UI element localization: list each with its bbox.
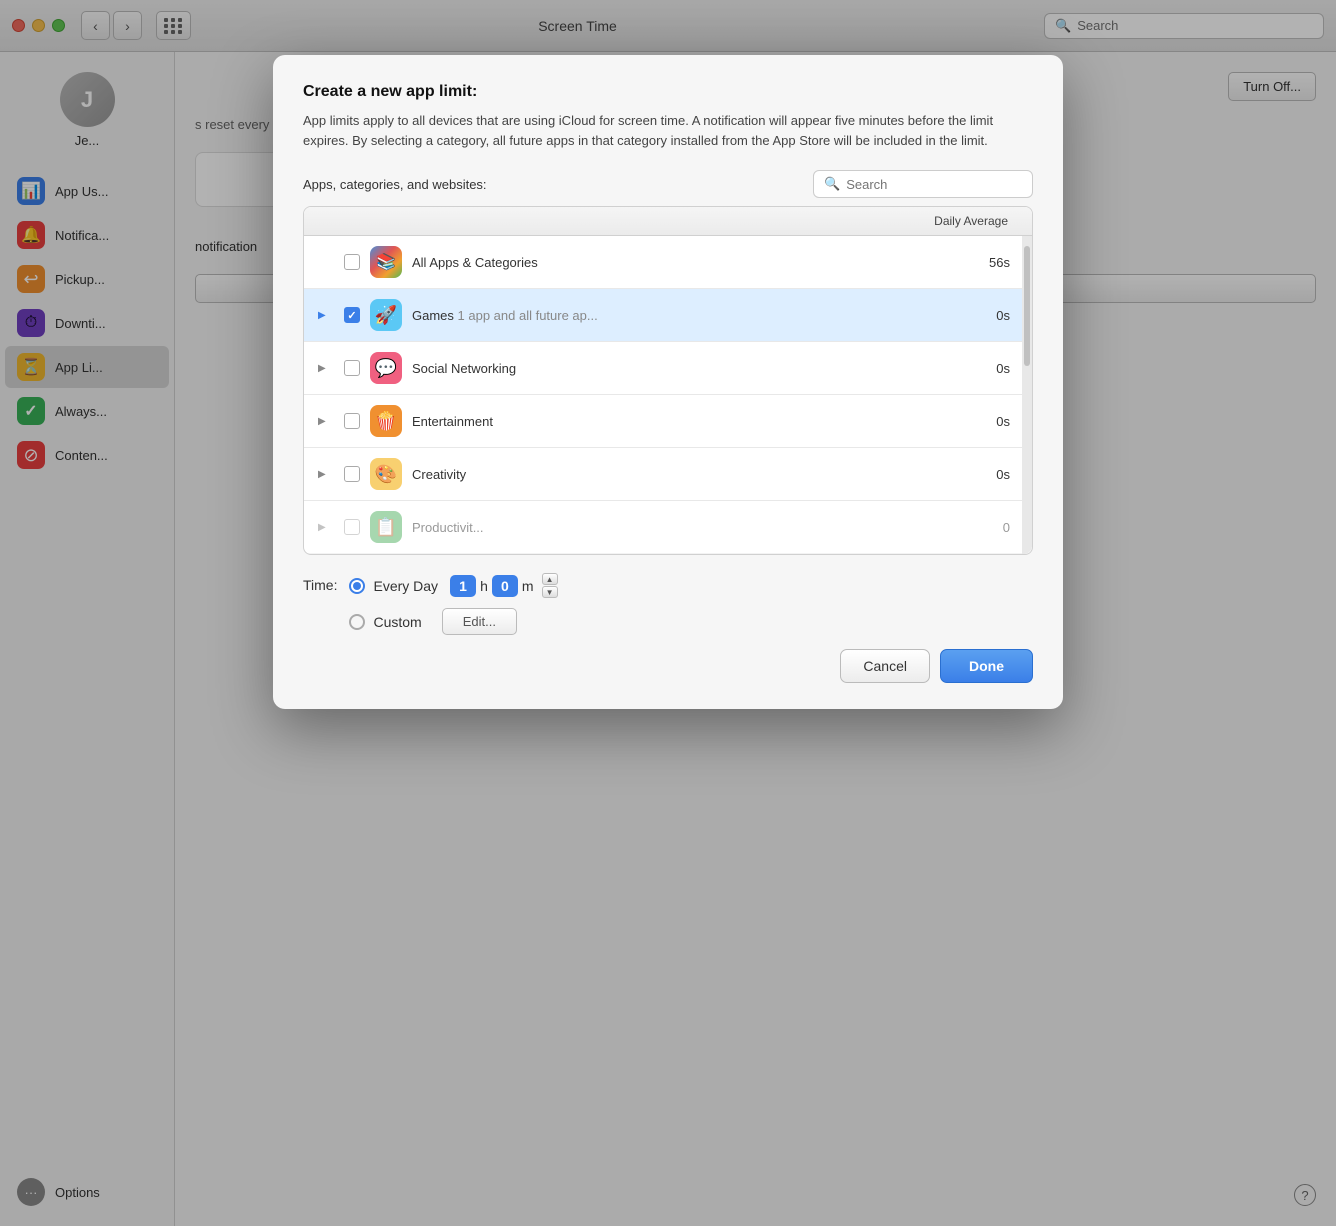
expand-arrow[interactable]: ▶ (318, 469, 334, 480)
all-apps-icon: 📚 (370, 246, 402, 278)
custom-radio[interactable] (349, 614, 365, 630)
hours-input[interactable]: 1 (450, 575, 476, 597)
entertainment-icon: 🍿 (370, 405, 402, 437)
table-row: ▶ 🎨 Creativity 0s (304, 448, 1032, 501)
apps-categories-label: Apps, categories, and websites: (303, 177, 487, 192)
dialog-footer: Cancel Done (303, 649, 1033, 683)
row-checkbox[interactable] (344, 466, 360, 482)
row-checkbox[interactable] (344, 519, 360, 535)
dialog-description: App limits apply to all devices that are… (303, 111, 1033, 150)
row-name: Social Networking (412, 361, 970, 376)
social-icon: 💬 (370, 352, 402, 384)
creativity-icon: 🎨 (370, 458, 402, 490)
expand-arrow[interactable]: ▶ (318, 310, 334, 321)
edit-button[interactable]: Edit... (442, 608, 517, 635)
row-name: Creativity (412, 467, 970, 482)
row-time: 0 (980, 520, 1010, 535)
apps-label-row: Apps, categories, and websites: 🔍 (303, 170, 1033, 198)
row-name: All Apps & Categories (412, 255, 970, 270)
custom-row: Custom Edit... (349, 608, 557, 635)
table-row: ▶ 🍿 Entertainment 0s (304, 395, 1032, 448)
apps-table: Daily Average 📚 All Apps & Categories 56… (303, 206, 1033, 555)
row-name: Productivit... (412, 520, 970, 535)
minutes-unit: m (522, 578, 534, 594)
apps-search-input[interactable] (846, 177, 1022, 192)
row-name: Entertainment (412, 414, 970, 429)
time-label: Time: (303, 573, 337, 593)
table-header: Daily Average (304, 207, 1032, 236)
table-body: 📚 All Apps & Categories 56s ▶ 🚀 Games 1 … (304, 236, 1032, 554)
dialog-overlay: Create a new app limit: App limits apply… (0, 0, 1336, 1226)
row-time: 0s (980, 414, 1010, 429)
create-app-limit-dialog: Create a new app limit: App limits apply… (273, 55, 1063, 709)
radio-options: Every Day 1 h 0 m ▲ ▼ Custom (349, 573, 557, 635)
time-stepper: ▲ ▼ (542, 573, 558, 598)
table-row: 📚 All Apps & Categories 56s (304, 236, 1032, 289)
time-section: Time: Every Day 1 h 0 m ▲ ▼ (303, 573, 1033, 635)
expand-arrow[interactable]: ▶ (318, 522, 334, 533)
daily-average-header: Daily Average (934, 214, 1008, 228)
minutes-input[interactable]: 0 (492, 575, 518, 597)
row-checkbox[interactable] (344, 307, 360, 323)
table-row: ▶ 📋 Productivit... 0 (304, 501, 1032, 554)
custom-label: Custom (373, 614, 421, 630)
every-day-row: Every Day 1 h 0 m ▲ ▼ (349, 573, 557, 598)
scrollbar-thumb[interactable] (1024, 246, 1030, 366)
decrement-button[interactable]: ▼ (542, 586, 558, 598)
row-time: 0s (980, 467, 1010, 482)
games-icon: 🚀 (370, 299, 402, 331)
scrollbar-track[interactable] (1022, 236, 1032, 554)
table-row: ▶ 🚀 Games 1 app and all future ap... 0s (304, 289, 1032, 342)
time-inputs: 1 h 0 m ▲ ▼ (450, 573, 557, 598)
dialog-title: Create a new app limit: (303, 83, 1033, 101)
row-time: 0s (980, 361, 1010, 376)
search-icon: 🔍 (824, 176, 840, 192)
row-checkbox[interactable] (344, 254, 360, 270)
table-row: ▶ 💬 Social Networking 0s (304, 342, 1032, 395)
row-time: 56s (980, 255, 1010, 270)
every-day-radio[interactable] (349, 578, 365, 594)
hours-unit: h (480, 578, 488, 594)
expand-arrow[interactable]: ▶ (318, 416, 334, 427)
row-checkbox[interactable] (344, 360, 360, 376)
done-button[interactable]: Done (940, 649, 1033, 683)
row-checkbox[interactable] (344, 413, 360, 429)
row-name: Games 1 app and all future ap... (412, 308, 970, 323)
every-day-label: Every Day (373, 578, 438, 594)
expand-arrow[interactable]: ▶ (318, 363, 334, 374)
increment-button[interactable]: ▲ (542, 573, 558, 585)
row-time: 0s (980, 308, 1010, 323)
apps-search-field[interactable]: 🔍 (813, 170, 1033, 198)
row-sub: 1 app and all future ap... (458, 308, 598, 323)
cancel-button[interactable]: Cancel (840, 649, 930, 683)
productivity-icon: 📋 (370, 511, 402, 543)
